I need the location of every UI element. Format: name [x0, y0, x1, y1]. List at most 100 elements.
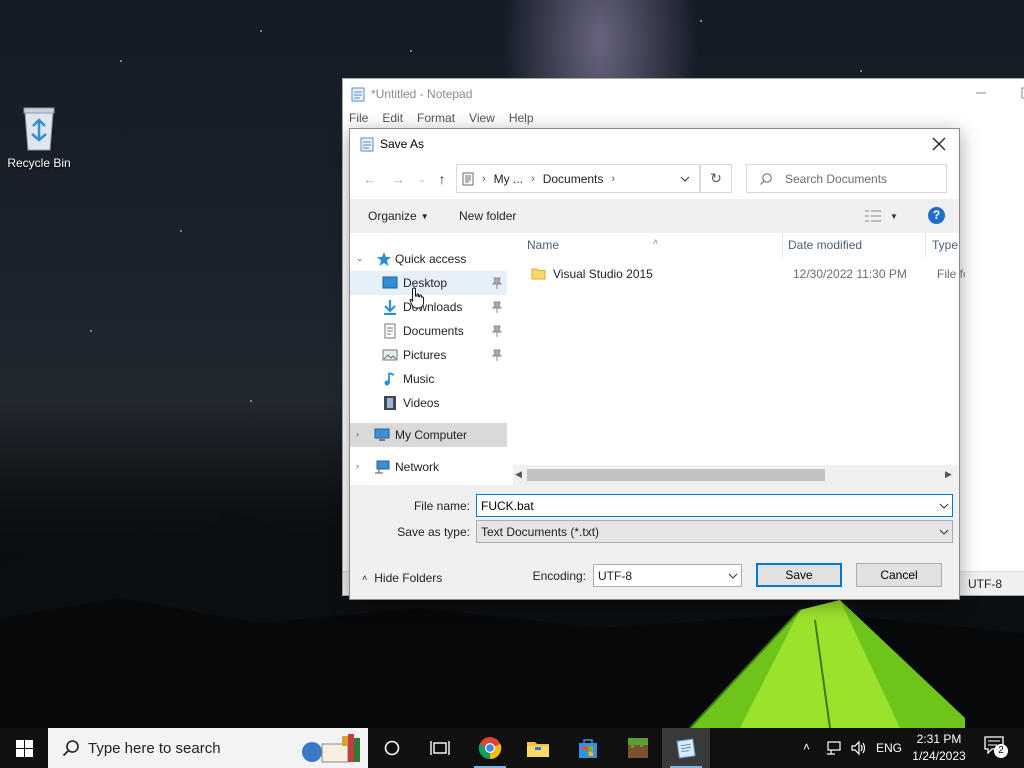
nav-music[interactable]: Music: [350, 367, 507, 391]
menu-view[interactable]: View: [469, 111, 495, 125]
column-header-type[interactable]: Type: [926, 233, 959, 257]
pin-icon: [492, 277, 502, 289]
expand-chevron-icon[interactable]: ›: [356, 461, 366, 471]
close-icon[interactable]: [930, 135, 948, 153]
nav-downloads[interactable]: Downloads: [350, 295, 507, 319]
chevron-down-icon[interactable]: [939, 501, 949, 511]
back-arrow-icon[interactable]: ←: [362, 171, 378, 187]
file-explorer-icon: [527, 742, 549, 757]
chrome-taskbar-button[interactable]: [466, 728, 514, 768]
column-header-name[interactable]: ˄ Name: [521, 233, 783, 257]
scrollbar-thumb[interactable]: [527, 469, 825, 481]
taskbar: Type here to search ˄ ENG 2:31 PM 1/24/2…: [0, 728, 1024, 768]
nav-quick-access[interactable]: ⌄ Quick access: [350, 247, 507, 271]
notepad-titlebar: *Untitled - Notepad: [343, 79, 1024, 109]
column-header-date[interactable]: Date modified: [782, 233, 926, 257]
task-view-button[interactable]: [416, 728, 464, 768]
show-hidden-icons-chevron-icon[interactable]: ˄: [803, 740, 810, 754]
refresh-button[interactable]: ↻: [700, 164, 732, 193]
action-center-button[interactable]: 2: [984, 736, 1010, 760]
dialog-titlebar: Save As: [350, 129, 959, 159]
expand-chevron-icon[interactable]: ›: [356, 429, 366, 439]
dialog-navbar: ← → ⌄ ↑ › My ... › Documents › ↻: [350, 159, 959, 199]
nav-videos-label: Videos: [403, 396, 440, 410]
notepad-taskbar-button[interactable]: [662, 728, 710, 768]
videos-icon: [384, 396, 396, 410]
status-encoding: UTF-8: [959, 572, 1002, 596]
clock-date: 1/24/2023: [912, 749, 966, 763]
save-as-type-value: Text Documents (*.txt): [481, 524, 600, 539]
file-name-field[interactable]: [476, 494, 953, 517]
menu-format[interactable]: Format: [417, 111, 455, 125]
nav-documents-label: Documents: [403, 324, 464, 338]
language-indicator[interactable]: ENG: [876, 741, 902, 755]
recycle-bin-shortcut[interactable]: Recycle Bin: [6, 104, 72, 176]
recycle-bin-label: Recycle Bin: [7, 156, 71, 170]
encoding-select[interactable]: UTF-8: [593, 564, 742, 587]
horizontal-scrollbar[interactable]: ◀ ▶: [513, 465, 959, 485]
file-date-cell: 12/30/2022 11:30 PM: [793, 267, 907, 281]
nav-documents[interactable]: Documents: [350, 319, 507, 343]
organize-button[interactable]: Organize ▼: [368, 209, 429, 223]
column-header-type-label: Type: [932, 238, 959, 252]
details-view-icon: [865, 210, 881, 222]
nav-desktop[interactable]: Desktop: [350, 271, 507, 295]
save-button[interactable]: Save: [756, 563, 842, 587]
hide-folders-label: Hide Folders: [374, 571, 443, 585]
nav-my-computer[interactable]: › My Computer: [350, 423, 507, 447]
change-view-button[interactable]: ▼: [864, 208, 900, 224]
collapse-chevron-icon[interactable]: ⌄: [356, 253, 366, 263]
hide-folders-button[interactable]: ˄ Hide Folders: [362, 571, 442, 585]
column-header-name-label: Name: [527, 238, 560, 252]
minecraft-taskbar-button[interactable]: [614, 728, 662, 768]
store-taskbar-button[interactable]: [564, 728, 612, 768]
clock-time: 2:31 PM: [916, 732, 962, 746]
nav-videos[interactable]: Videos: [350, 391, 507, 415]
cancel-button[interactable]: Cancel: [856, 563, 942, 587]
chevron-down-icon[interactable]: [679, 173, 691, 185]
music-icon: [384, 372, 395, 386]
recent-locations-chevron-icon[interactable]: ⌄: [414, 171, 430, 187]
notification-count-badge: 2: [994, 744, 1008, 758]
store-bag-icon: [579, 739, 597, 758]
save-as-type-select[interactable]: Text Documents (*.txt): [476, 520, 953, 543]
pin-icon: [492, 325, 502, 337]
scroll-right-icon[interactable]: ▶: [945, 469, 952, 480]
file-explorer-taskbar-button[interactable]: [514, 728, 562, 768]
nav-network[interactable]: › Network: [350, 455, 507, 479]
search-box[interactable]: [746, 164, 947, 193]
up-arrow-icon[interactable]: ↑: [434, 171, 450, 187]
forward-arrow-icon[interactable]: →: [390, 171, 406, 187]
file-name-input[interactable]: [481, 498, 921, 513]
nav-pictures[interactable]: Pictures: [350, 343, 507, 367]
new-folder-button[interactable]: New folder: [459, 209, 516, 223]
search-input[interactable]: [785, 171, 945, 186]
encoding-label: Encoding:: [532, 569, 586, 583]
maximize-icon[interactable]: [1019, 85, 1024, 101]
cortana-circle-icon: [384, 740, 400, 756]
start-button[interactable]: [0, 728, 48, 768]
scroll-left-icon[interactable]: ◀: [515, 469, 522, 480]
glowing-tent: [689, 600, 965, 728]
cortana-button[interactable]: [368, 728, 416, 768]
table-row[interactable]: Visual Studio 2015 12/30/2022 11:30 PM F…: [519, 263, 965, 285]
network-tray-icon[interactable]: [826, 740, 844, 756]
menu-file[interactable]: File: [349, 111, 368, 125]
refresh-icon: ↻: [710, 170, 722, 186]
pin-icon: [492, 349, 502, 361]
taskbar-search-box[interactable]: Type here to search: [48, 728, 368, 768]
menu-help[interactable]: Help: [509, 111, 534, 125]
volume-icon[interactable]: [850, 740, 868, 756]
file-name-label: File name:: [413, 499, 470, 513]
breadcrumb-my-computer[interactable]: My ...: [494, 172, 523, 186]
address-bar[interactable]: › My ... › Documents ›: [456, 164, 700, 193]
sort-up-icon: ˄: [653, 237, 659, 247]
help-button[interactable]: ?: [928, 207, 945, 224]
search-icon: [62, 740, 79, 757]
minimize-icon[interactable]: [973, 85, 989, 101]
taskbar-clock[interactable]: 2:31 PM 1/24/2023: [900, 731, 978, 765]
documents-icon: [384, 323, 396, 339]
menu-edit[interactable]: Edit: [382, 111, 403, 125]
notepad-menubar: File Edit Format View Help: [343, 109, 1024, 127]
breadcrumb-documents[interactable]: Documents: [543, 172, 604, 186]
